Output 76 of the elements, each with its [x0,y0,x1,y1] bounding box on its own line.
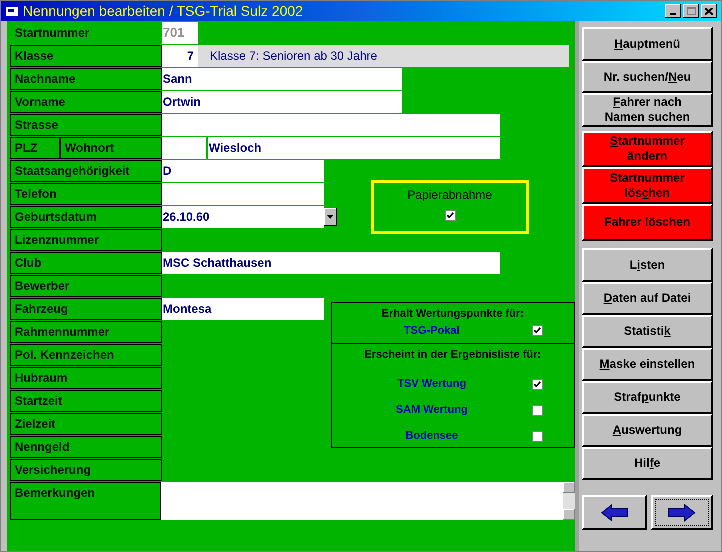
field-label: Telefon [10,183,162,205]
checkbox[interactable] [532,379,543,390]
field-label: Startzeit [10,390,162,412]
checkbox[interactable] [444,210,456,221]
menu-button[interactable]: Hilfe [582,447,713,480]
check-icon [534,381,541,388]
text-field[interactable] [162,183,324,205]
menu-button[interactable]: Strafpunkte [582,381,713,414]
papierabnahme-label: Papierabnahme [408,187,492,204]
field-label: Versicherung [10,459,162,481]
field-label: Geburtsdatum [10,206,162,228]
field-label: Vorname [10,91,162,113]
checkbox[interactable] [532,431,543,442]
menu-button[interactable]: Auswertung [582,414,713,447]
text-field[interactable]: Ortwin [162,91,402,113]
text-field[interactable] [162,114,500,136]
right-arrow-icon [667,502,697,522]
field-label: Hubraum [10,367,162,389]
danger-button[interactable]: Fahrer löschen [582,204,713,241]
option-label: SAM Wertung [395,403,469,418]
section-heading: Erscheint in der Ergebnisliste für: [364,348,542,363]
class-description: Klasse 7: Senioren ab 30 Jahre [198,45,569,67]
menu-button[interactable]: Listen [582,248,713,282]
text-field[interactable]: D [162,160,324,182]
text-field[interactable]: Sann [162,68,402,90]
field-label: Nachname [10,68,162,90]
text-field[interactable]: Montesa [162,298,324,320]
check-icon [534,327,541,334]
field-label: PLZ [10,137,60,159]
forward-button[interactable] [651,495,713,530]
back-button[interactable] [582,495,647,530]
option-label: Bodensee [404,429,460,444]
field-label: Club [10,252,162,274]
window-icon [5,5,19,17]
close-button[interactable] [701,4,717,18]
field-label: Strasse [10,114,162,136]
postcode-field[interactable] [162,137,206,159]
text-field[interactable]: MSC Schatthausen [162,252,500,274]
field-label: Pol. Kennzeichen [10,344,162,366]
field-label: Klasse [10,45,162,67]
menu-button[interactable]: Nr. suchen/Neu [582,61,713,93]
date-field[interactable]: 26.10.60 [162,206,324,228]
option-label: TSV Wertung [396,377,468,392]
danger-button[interactable]: Startnummer ändern [582,131,713,167]
menu-button[interactable]: Fahrer nach Namen suchen [582,93,713,127]
check-icon [446,212,454,219]
field-label: Startnummer [14,25,91,42]
checkbox[interactable] [532,405,543,416]
field-label: Wohnort [60,137,162,159]
window-title: Nennungen bearbeiten / TSG-Trial Sulz 2002 [23,4,304,18]
field-label: Lizenznummer [10,229,162,251]
scrollbar[interactable] [563,482,576,520]
field-label: Rahmennummer [10,321,162,343]
remarks-field[interactable] [160,482,564,520]
field-label: Staatsangehörigkeit [10,160,162,182]
field-label: Fahrzeug [10,298,162,320]
field-label: Zielzeit [10,413,162,435]
menu-button[interactable]: Daten auf Datei [582,282,713,315]
field-label: Bemerkungen [10,482,161,520]
field-label: Nenngeld [10,436,162,458]
close-icon [705,8,713,14]
menu-button[interactable]: Maske einstellen [582,348,713,381]
danger-button[interactable]: Startnummer löschen [582,167,713,204]
section-heading: Erhalt Wertungspunkte für: [382,307,524,322]
menu-button[interactable]: Statistik [582,315,713,348]
menu-button[interactable]: Hauptmenü [582,27,713,61]
maximize-button[interactable] [683,4,699,18]
city-field[interactable]: Wiesloch [208,137,500,159]
caret-icon [327,215,334,219]
left-arrow-icon [600,502,630,522]
minimize-button[interactable] [665,4,681,18]
checkbox[interactable] [532,325,543,336]
dropdown-button[interactable] [324,208,337,226]
class-number-field[interactable]: 7 [162,45,198,67]
option-label: TSG-Pokal [403,324,461,338]
field-label: Bewerber [10,275,162,297]
